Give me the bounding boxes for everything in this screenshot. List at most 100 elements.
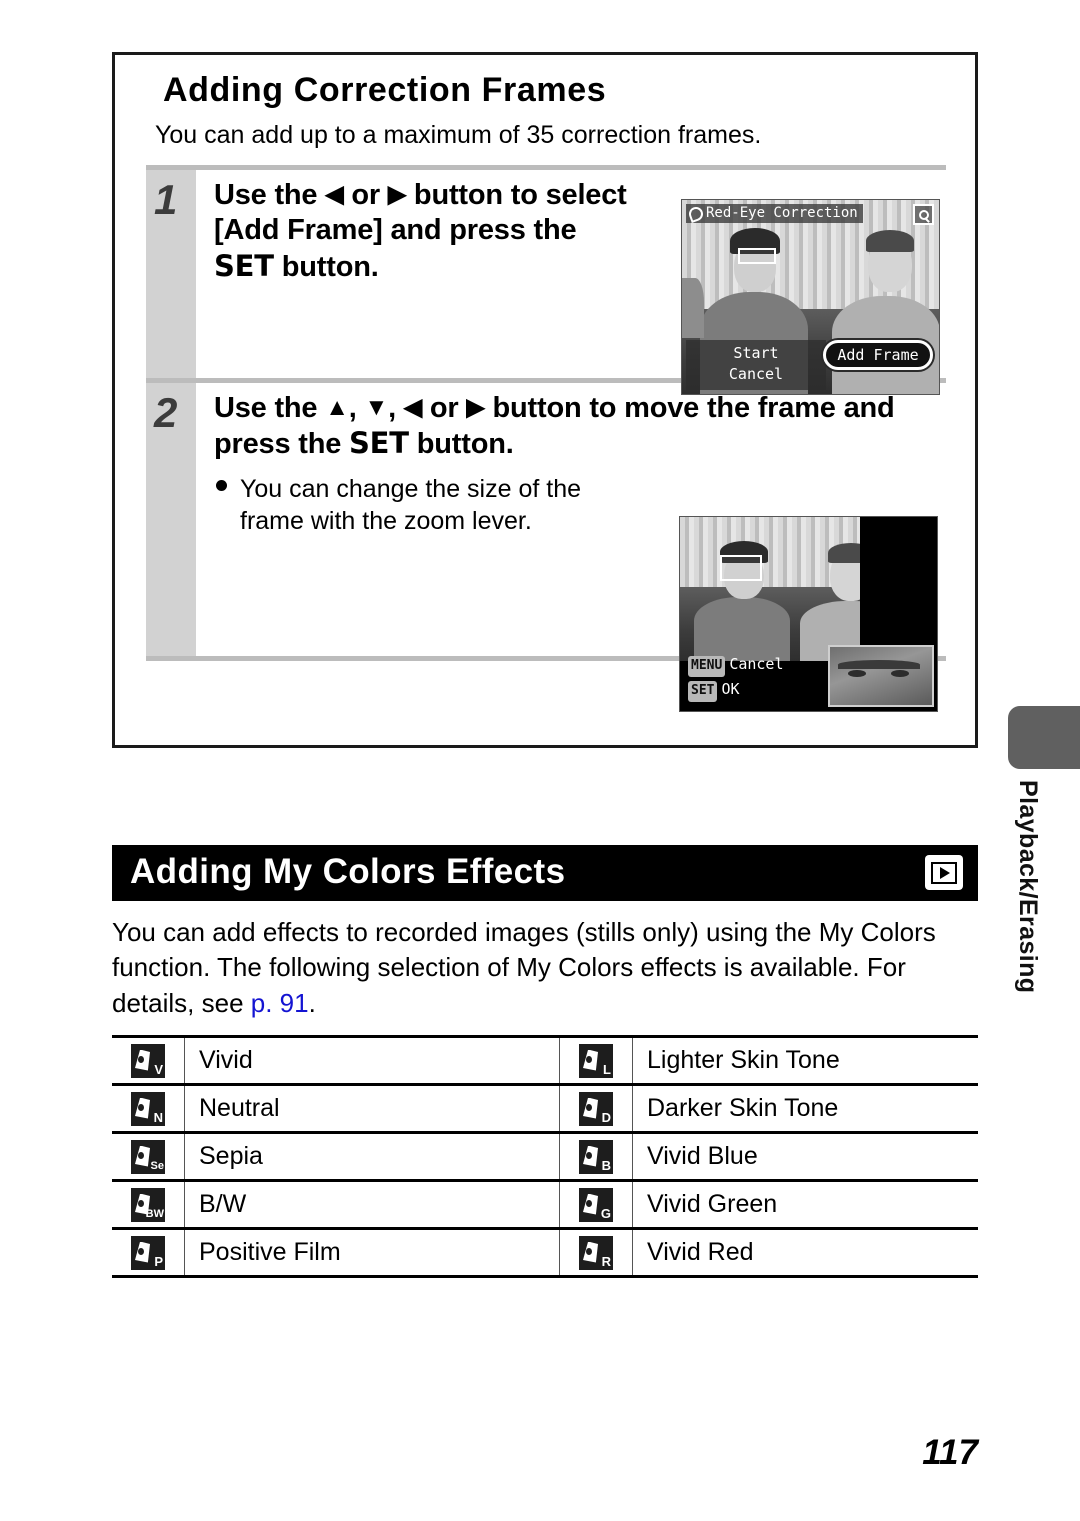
set-button-label: SET: [349, 426, 409, 461]
step-2-text-c: button.: [408, 428, 514, 461]
effect-label-cell-left: Positive Film: [184, 1227, 560, 1278]
step-2-sep-1: ,: [348, 392, 365, 424]
step-1-gutter: 1: [146, 170, 196, 378]
red-eye-detection-frame: [738, 248, 776, 264]
adjustable-correction-frame[interactable]: [720, 555, 762, 581]
chapter-tab-marker: [1008, 706, 1080, 769]
effect-icon-cell-left: Se: [112, 1131, 185, 1182]
my-colors-intro-paragraph: You can add effects to recorded images (…: [112, 915, 982, 1021]
palette-shape: [583, 1241, 598, 1263]
palette-shape: [583, 1097, 598, 1119]
palette-shape: [135, 1049, 150, 1071]
preview-eye-right: [891, 670, 909, 678]
intro-text-a: You can add effects to recorded images (…: [112, 917, 936, 1018]
lcd-black-right-panel: [859, 517, 937, 661]
my-colors-heading-bar: Adding My Colors Effects: [112, 845, 978, 901]
step-1-text-c: button.: [273, 250, 379, 283]
step-1-heading: Use the ◀ or ▶ button to select [Add Fra…: [196, 170, 644, 285]
effect-label-cell-right: Lighter Skin Tone: [632, 1035, 978, 1086]
right-arrow-icon: ▶: [387, 181, 407, 208]
effect-icon-letter: V: [154, 1061, 163, 1077]
palette-shape: [135, 1097, 150, 1119]
up-arrow-icon: ▲: [325, 394, 349, 421]
palette-shape: [135, 1145, 150, 1167]
effect-label-cell-right: Darker Skin Tone: [632, 1083, 978, 1134]
my-colors-vivid-red-icon: R: [579, 1235, 613, 1270]
my-colors-neutral-icon: N: [131, 1091, 165, 1126]
set-key-icon: SET: [688, 681, 718, 702]
hint-set-row: SET OK: [688, 677, 784, 702]
page-reference-link[interactable]: p. 91: [251, 988, 309, 1018]
hint-menu-action: Cancel: [729, 655, 784, 674]
down-arrow-icon: ▼: [364, 394, 389, 421]
lcd-menu-pane: Start Cancel: [686, 339, 826, 390]
effect-icon-cell-left: N: [112, 1083, 185, 1134]
menu-key-icon: MENU: [688, 656, 726, 678]
my-colors-effects-table: V Vivid L Lighter Skin Tone N Neutral D …: [112, 1035, 978, 1278]
add-frame-button[interactable]: Add Frame: [823, 340, 933, 370]
page-number: 117: [922, 1433, 978, 1472]
my-colors-sepia-icon: Se: [131, 1139, 165, 1174]
menu-item-cancel[interactable]: Cancel: [686, 364, 826, 386]
palette-shape: [135, 1241, 150, 1263]
effect-icon-letter: N: [153, 1109, 163, 1125]
step-2-text-or: or: [422, 392, 467, 424]
effect-icon-letter: G: [600, 1205, 611, 1221]
hint-menu-row: MENU Cancel: [688, 652, 784, 678]
effects-table-body: V Vivid L Lighter Skin Tone N Neutral D …: [112, 1035, 978, 1278]
palette-shape: [583, 1049, 598, 1071]
step-1-text-a: Use the: [214, 179, 326, 211]
magnified-eye-preview: [828, 645, 934, 707]
lcd-title-text: Red-Eye Correction: [706, 205, 858, 221]
intro-text-b: .: [308, 987, 316, 1018]
table-row: P Positive Film R Vivid Red: [112, 1227, 978, 1278]
palette-shape: [583, 1145, 598, 1167]
step-2-note: You can change the size of the frame wit…: [196, 463, 656, 537]
menu-item-start[interactable]: Start: [686, 343, 826, 365]
effect-icon-cell-left: BW: [112, 1179, 185, 1230]
effect-icon-letter: D: [601, 1109, 611, 1125]
my-colors-positive-film-icon: P: [131, 1235, 165, 1270]
set-button-label: SET: [214, 248, 274, 283]
effect-icon-letter: P: [154, 1253, 163, 1269]
step-2-sep-2: ,: [388, 392, 404, 424]
effect-icon-cell-right: R: [559, 1227, 633, 1278]
playback-icon-inner: [931, 861, 957, 884]
effect-icon-letter: L: [603, 1061, 611, 1077]
effect-icon-cell-right: B: [559, 1131, 633, 1182]
magnifier-icon: [913, 204, 934, 225]
effect-label-cell-right: Vivid Green: [632, 1179, 978, 1230]
right-arrow-icon: ▶: [466, 394, 485, 421]
table-row: N Neutral D Darker Skin Tone: [112, 1083, 978, 1134]
effect-label-cell-left: Neutral: [184, 1083, 560, 1134]
my-colors-vivid-green-icon: G: [579, 1187, 613, 1222]
table-row: V Vivid L Lighter Skin Tone: [112, 1035, 978, 1086]
palette-shape: [583, 1193, 598, 1215]
preview-eye-left: [848, 670, 866, 678]
play-triangle-icon: [940, 866, 950, 879]
effect-label-cell-left: Sepia: [184, 1131, 560, 1182]
red-eye-icon: [687, 204, 705, 223]
bullet-dot-icon: [216, 479, 227, 491]
effect-label-cell-right: Vivid Red: [632, 1227, 978, 1278]
effect-icon-cell-right: L: [559, 1035, 633, 1086]
my-colors-lighter-skin-icon: L: [579, 1043, 613, 1078]
my-colors-bw-icon: BW: [131, 1187, 165, 1222]
photo-person-edge: [682, 278, 704, 338]
camera-screen-step1: Red-Eye Correction Start Cancel Add Fram…: [681, 199, 940, 395]
step-2-gutter: 2: [146, 383, 196, 656]
effect-icon-letter: Se: [150, 1159, 164, 1172]
effect-icon-letter: R: [601, 1253, 611, 1269]
effect-label-cell-left: B/W: [184, 1179, 560, 1230]
effect-icon-letter: B: [601, 1157, 611, 1173]
effect-icon-cell-right: G: [559, 1179, 633, 1230]
step-2-text-a: Use the: [214, 392, 326, 424]
left-arrow-icon: ◀: [403, 394, 423, 421]
effect-label-cell-left: Vivid: [184, 1035, 560, 1086]
step-1-number: 1: [154, 176, 178, 223]
photo-person-right-hair: [866, 230, 914, 252]
effect-icon-cell-right: D: [559, 1083, 633, 1134]
my-colors-vivid-icon: V: [131, 1043, 165, 1078]
step-2-note-line-1: You can change the size of the: [240, 474, 582, 503]
hint-set-action: OK: [721, 680, 740, 699]
